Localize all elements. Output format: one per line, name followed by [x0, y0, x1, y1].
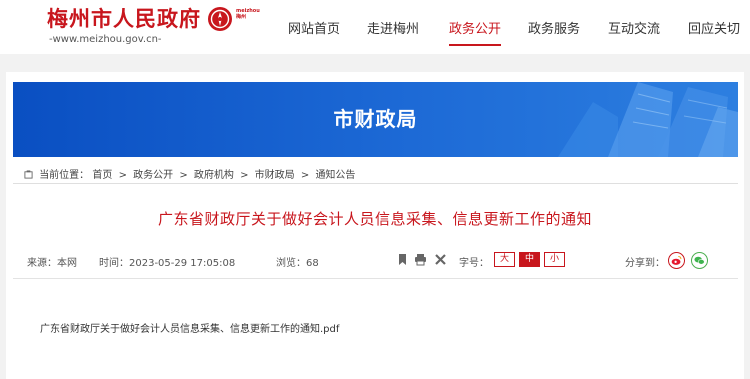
breadcrumb-gov-agencies[interactable]: 政府机构	[194, 170, 234, 181]
font-size-medium-button[interactable]: 中	[519, 252, 540, 267]
breadcrumb-gov-open[interactable]: 政务公开	[133, 170, 173, 181]
close-icon[interactable]	[434, 253, 447, 266]
breadcrumb-separator: >	[300, 170, 310, 181]
attachment-link[interactable]: 广东省财政厅关于做好会计人员信息采集、信息更新工作的通知.pdf	[40, 320, 339, 335]
breadcrumb-divider	[13, 183, 738, 184]
print-icon[interactable]	[414, 253, 427, 266]
article-title: 广东省财政厅关于做好会计人员信息采集、信息更新工作的通知	[157, 210, 592, 228]
breadcrumb: 当前位置： 首页 > 政务公开 > 政府机构 > 市财政局 > 通知公告	[24, 166, 355, 181]
bookmark-icon[interactable]	[396, 253, 409, 266]
breadcrumb-home[interactable]: 首页	[92, 170, 112, 181]
nav-item-home[interactable]: 网站首页	[288, 18, 340, 37]
location-icon	[24, 170, 33, 179]
breadcrumb-separator: >	[179, 170, 188, 181]
share-label: 分享到：	[625, 258, 665, 269]
article-source: 来源：本网	[27, 258, 77, 269]
font-size-label: 字号：	[459, 258, 489, 269]
meta-divider	[13, 278, 738, 279]
breadcrumb-separator: >	[118, 170, 127, 181]
nav-active-indicator	[449, 44, 501, 46]
breadcrumb-finance-bureau[interactable]: 市财政局	[255, 170, 295, 181]
department-banner: 市财政局	[13, 82, 738, 157]
breadcrumb-prefix: 当前位置：	[39, 170, 90, 181]
breadcrumb-separator: >	[240, 170, 249, 181]
site-url: -www.meizhou.gov.cn-	[49, 34, 162, 45]
nav-item-gov-open[interactable]: 政务公开	[449, 18, 501, 37]
site-logo[interactable]: 梅州市人民政府 -www.meizhou.gov.cn-	[47, 6, 201, 45]
wechat-icon[interactable]	[691, 252, 708, 269]
logo-text: 梅州市人民政府	[47, 7, 201, 31]
article-time: 时间：2023-05-29 17:05:08	[99, 258, 236, 269]
article-views: 浏览：68	[276, 258, 319, 269]
seal-label: meizhou 梅州	[236, 8, 260, 20]
city-seal-icon	[208, 7, 232, 31]
weibo-icon[interactable]	[668, 252, 685, 269]
site-header: 梅州市人民政府 -www.meizhou.gov.cn- meizhou 梅州 …	[0, 0, 750, 54]
breadcrumb-notices[interactable]: 通知公告	[315, 170, 355, 181]
nav-item-response[interactable]: 回应关切	[688, 18, 740, 37]
font-size-large-button[interactable]: 大	[494, 252, 515, 267]
nav-item-interaction[interactable]: 互动交流	[608, 18, 660, 37]
nav-item-services[interactable]: 政务服务	[528, 18, 580, 37]
font-size-small-button[interactable]: 小	[544, 252, 565, 267]
banner-title: 市财政局	[333, 107, 418, 131]
nav-item-about[interactable]: 走进梅州	[367, 18, 419, 37]
